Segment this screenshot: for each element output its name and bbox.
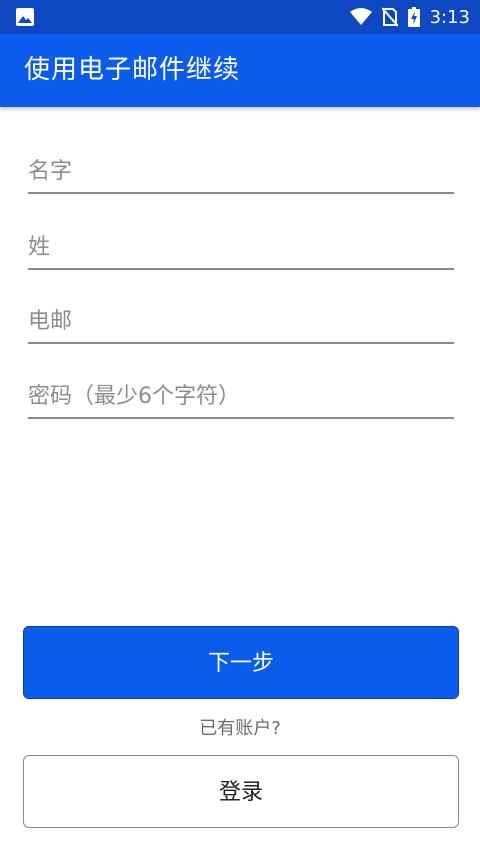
status-time: 3:13	[429, 6, 470, 28]
last-name-input[interactable]	[28, 228, 454, 266]
last-name-field	[28, 228, 454, 270]
password-field	[28, 377, 454, 419]
image-icon	[16, 8, 34, 26]
battery-charging-icon	[407, 7, 420, 27]
page-title: 使用电子邮件继续	[24, 55, 241, 85]
status-bar: 3:13	[0, 0, 480, 34]
email-input[interactable]	[28, 302, 454, 340]
wifi-icon	[349, 8, 372, 25]
app-bar: 使用电子邮件继续	[0, 34, 480, 107]
password-input[interactable]	[28, 377, 454, 415]
login-button[interactable]: 登录	[23, 755, 459, 828]
first-name-field	[28, 152, 454, 194]
have-account-text: 已有账户?	[199, 718, 281, 739]
email-field	[28, 302, 454, 344]
next-button[interactable]: 下一步	[23, 626, 459, 699]
first-name-input[interactable]	[28, 152, 454, 190]
no-sim-icon	[381, 7, 398, 27]
